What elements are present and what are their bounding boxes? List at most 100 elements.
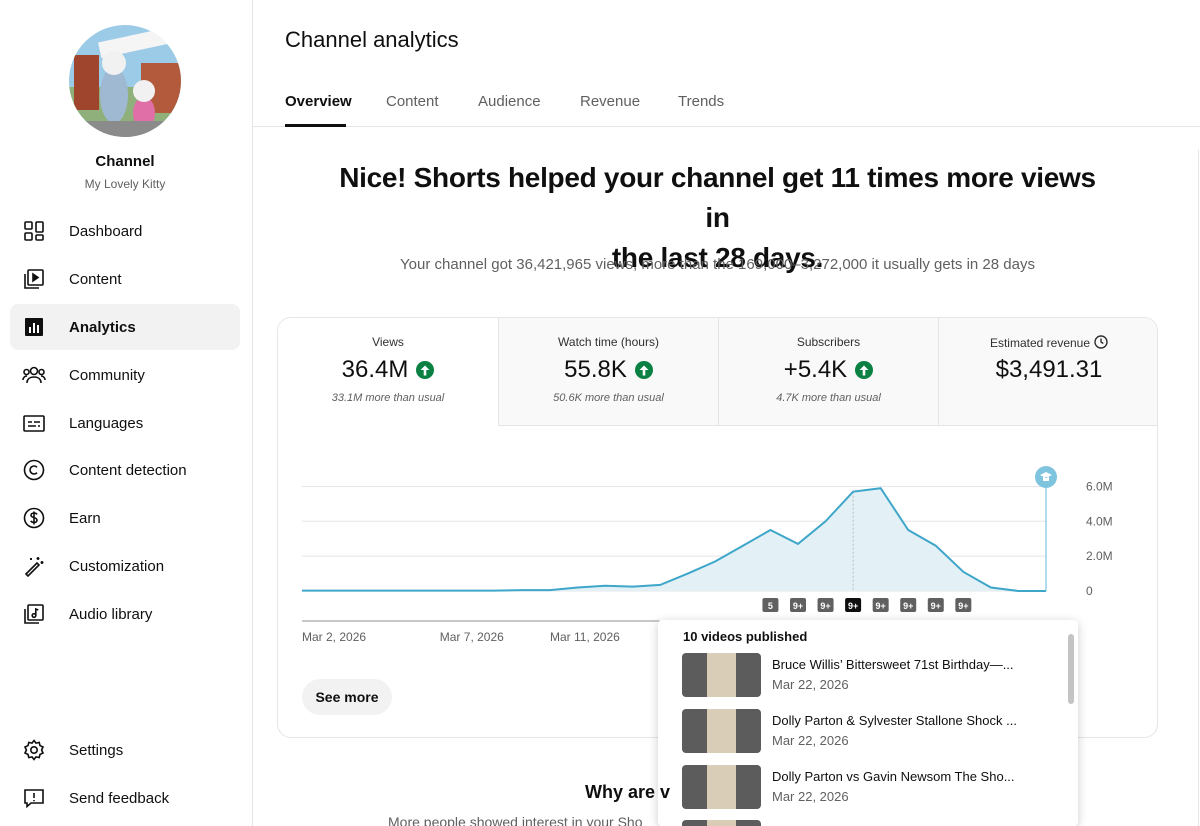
sidebar-item-community[interactable]: Community — [10, 352, 240, 398]
metric-label: Estimated revenue — [989, 336, 1091, 350]
channel-name: My Lovely Kitty — [84, 177, 166, 191]
dashboard-icon — [22, 219, 46, 243]
sidebar-item-label: Settings — [69, 741, 124, 759]
see-more-button[interactable]: See more — [302, 679, 392, 715]
metric-label-row: Estimated revenue — [939, 335, 1157, 350]
metric-views[interactable]: Views 36.4M 33.1M more than usual — [278, 318, 498, 426]
videos-published-popup: 10 videos published Bruce Willis’ Bitter… — [658, 620, 1078, 826]
x-tick-label: Mar 7, 2026 — [440, 630, 504, 644]
magic-wand-icon — [22, 554, 46, 578]
video-title: Bruce Willis’ Bittersweet 71st Birthday—… — [772, 657, 1014, 672]
sidebar-item-label: Languages — [69, 414, 144, 432]
sidebar-item-label: Content — [69, 270, 122, 288]
video-count-label: 9+ — [793, 601, 803, 611]
dollar-icon — [22, 506, 46, 530]
video-item[interactable] — [682, 820, 1052, 826]
channel-avatar[interactable] — [69, 25, 181, 137]
video-title: Dolly Parton & Sylvester Stallone Shock … — [772, 713, 1017, 728]
video-thumbnail — [682, 653, 761, 697]
metric-value: +5.4K — [783, 356, 848, 383]
feedback-icon — [22, 786, 46, 810]
video-count-label: 9+ — [958, 601, 968, 611]
metric-comparison: 50.6K more than usual — [553, 392, 664, 404]
gear-icon — [22, 738, 46, 762]
metric-watch-time[interactable]: Watch time (hours) 55.8K 50.6K more than… — [498, 318, 718, 426]
y-tick-label: 4.0M — [1086, 514, 1113, 528]
trend-up-icon — [416, 361, 435, 379]
video-count-label: 5 — [768, 601, 773, 611]
video-count-label: 9+ — [903, 601, 913, 611]
metric-value-row: $3,491.31 — [939, 356, 1157, 384]
trend-up-icon — [634, 361, 653, 379]
content-icon — [22, 267, 46, 291]
sidebar-item-languages[interactable]: Languages — [10, 400, 240, 446]
sidebar-item-dashboard[interactable]: Dashboard — [10, 208, 240, 254]
metric-subscribers[interactable]: Subscribers +5.4K 4.7K more than usual — [718, 318, 938, 426]
metric-comparison: 4.7K more than usual — [776, 392, 881, 404]
video-item[interactable]: Dolly Parton vs Gavin Newsom The Sho... … — [682, 765, 1052, 811]
analytics-tabs: Overview Content Audience Revenue Trends — [253, 80, 1200, 127]
sidebar-item-label: Content detection — [69, 461, 187, 479]
trend-up-icon — [855, 361, 874, 379]
metric-value-row: 36.4M — [278, 356, 498, 384]
video-date: Mar 22, 2026 — [772, 733, 849, 748]
y-tick-label: 0 — [1086, 584, 1093, 598]
sidebar-item-customization[interactable]: Customization — [10, 543, 240, 589]
sidebar-item-label: Community — [69, 366, 145, 384]
chart-area-fill — [302, 488, 1046, 591]
sidebar-item-label: Dashboard — [69, 222, 143, 240]
sidebar-item-earn[interactable]: Earn — [10, 495, 240, 541]
sidebar-item-label: Customization — [69, 557, 165, 575]
popup-scrollbar[interactable] — [1068, 634, 1074, 704]
channel-title: Channel — [95, 153, 155, 170]
video-count-label: 9+ — [876, 601, 886, 611]
video-thumbnail — [682, 820, 761, 826]
sidebar-item-label: Analytics — [69, 318, 136, 336]
sidebar-item-analytics[interactable]: Analytics — [10, 304, 240, 350]
audio-library-icon — [22, 602, 46, 626]
x-tick-label: Mar 11, 2026 — [550, 630, 620, 644]
metric-estimated-revenue[interactable]: Estimated revenue $3,491.31 — [938, 318, 1157, 426]
metric-comparison: 33.1M more than usual — [331, 392, 445, 404]
sidebar-item-label: Send feedback — [69, 789, 170, 807]
video-date: Mar 22, 2026 — [772, 677, 849, 692]
video-item[interactable]: Bruce Willis’ Bittersweet 71st Birthday—… — [682, 653, 1052, 699]
section-subtitle: More people showed interest in your Sho — [388, 814, 643, 826]
insight-subtitle: Your channel got 36,421,965 views, more … — [400, 256, 1035, 273]
community-icon — [22, 363, 46, 387]
y-tick-label: 2.0M — [1086, 549, 1113, 563]
headline-line-1: Nice! Shorts helped your channel get 11 … — [339, 162, 1096, 233]
popup-title: 10 videos published — [683, 629, 808, 644]
sidebar-item-send-feedback[interactable]: Send feedback — [10, 775, 240, 821]
tab-revenue[interactable]: Revenue — [580, 93, 640, 110]
page-title: Channel analytics — [285, 27, 459, 52]
metric-tabs: Views 36.4M 33.1M more than usual Watch … — [278, 318, 1157, 426]
metric-value: $3,491.31 — [995, 356, 1103, 383]
metric-value: 36.4M — [341, 356, 409, 383]
tab-content[interactable]: Content — [386, 93, 439, 110]
section-title: Why are v — [585, 782, 671, 802]
sidebar-item-audio-library[interactable]: Audio library — [10, 591, 240, 637]
video-thumbnail — [682, 765, 761, 809]
sidebar-item-content[interactable]: Content — [10, 256, 240, 302]
x-tick-label: Mar 2, 2026 — [302, 630, 366, 644]
sidebar-item-label: Earn — [69, 509, 101, 527]
sidebar: Channel My Lovely Kitty Dashboard Conten… — [0, 0, 253, 826]
tab-overview[interactable]: Overview — [285, 93, 352, 110]
sidebar-item-settings[interactable]: Settings — [10, 727, 240, 773]
sidebar-item-content-detection[interactable]: Content detection — [10, 447, 240, 493]
tab-audience[interactable]: Audience — [478, 93, 541, 110]
tab-trends[interactable]: Trends — [678, 93, 724, 110]
metric-label: Views — [372, 335, 404, 349]
video-count-label: 9+ — [931, 601, 941, 611]
video-date: Mar 22, 2026 — [772, 789, 849, 804]
video-count-label: 9+ — [820, 601, 830, 611]
video-item[interactable]: Dolly Parton & Sylvester Stallone Shock … — [682, 709, 1052, 755]
clock-icon — [1094, 335, 1108, 349]
metric-value-row: 55.8K — [499, 356, 718, 384]
video-title: Dolly Parton vs Gavin Newsom The Sho... — [772, 769, 1015, 784]
active-tab-indicator — [285, 124, 346, 127]
metric-label: Watch time (hours) — [558, 335, 659, 349]
video-count-label: 9+ — [848, 601, 858, 611]
y-tick-label: 6.0M — [1086, 479, 1113, 493]
